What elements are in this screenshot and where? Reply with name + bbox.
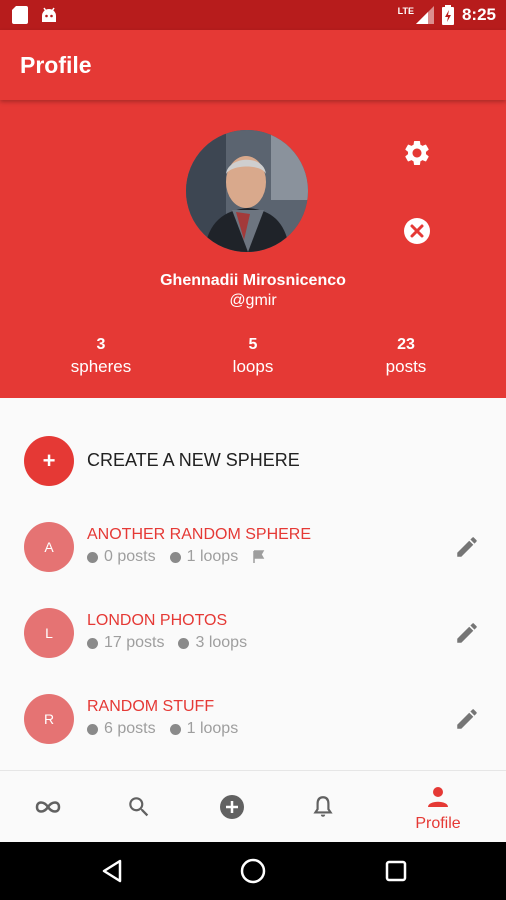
network-type: LTE — [397, 6, 414, 16]
nav-profile[interactable]: Profile — [393, 771, 483, 843]
pencil-icon — [457, 709, 477, 729]
search-icon — [129, 797, 149, 817]
battery-icon — [441, 5, 454, 25]
dot-icon — [169, 723, 181, 735]
settings-button[interactable] — [402, 138, 432, 168]
profile-name: Ghennadii Mirosnicenco — [160, 272, 346, 289]
sphere-name: RANDOM STUFF — [87, 698, 215, 715]
home-button[interactable] — [238, 856, 268, 886]
bottom-nav: Profile — [0, 770, 506, 843]
add-circle-icon — [220, 795, 244, 819]
list-item[interactable]: L LONDON PHOTOS 17 posts 3 loops — [24, 608, 484, 664]
nav-loops[interactable] — [1, 771, 91, 843]
close-circle-icon — [404, 218, 430, 244]
stat-count: 23 — [397, 336, 415, 353]
nav-notifications[interactable] — [277, 771, 367, 843]
create-sphere-button[interactable]: + CREATE A NEW SPHERE — [24, 436, 484, 486]
sphere-meta: 6 posts 1 loops — [87, 720, 252, 738]
sphere-name: ANOTHER RANDOM SPHERE — [87, 526, 312, 543]
recents-icon — [385, 860, 407, 882]
stat-posts[interactable]: 23 posts — [346, 336, 466, 377]
close-button[interactable] — [402, 216, 432, 246]
stat-count: 5 — [248, 336, 258, 353]
status-bar: LTE 8:25 — [0, 0, 506, 30]
recents-button[interactable] — [381, 856, 411, 886]
nav-profile-label: Profile — [415, 815, 461, 832]
gear-icon — [405, 141, 429, 165]
back-icon — [102, 859, 122, 883]
sphere-posts: 17 posts — [104, 634, 165, 651]
list-item[interactable]: R RANDOM STUFF 6 posts 1 loops — [24, 694, 484, 750]
nav-add[interactable] — [185, 771, 275, 843]
sphere-loops: 1 loops — [186, 720, 239, 737]
edit-button[interactable] — [454, 620, 480, 646]
stat-label: spheres — [70, 357, 132, 376]
profile-header: Ghennadii Mirosnicenco @gmir 3 spheres 5… — [0, 100, 506, 398]
sphere-loops: 3 loops — [195, 634, 248, 651]
dot-icon — [87, 551, 98, 563]
dot-icon — [87, 637, 98, 649]
stat-count: 3 — [96, 336, 106, 353]
signal-icon — [415, 6, 434, 24]
sphere-loops: 1 loops — [186, 548, 239, 565]
home-icon — [240, 858, 266, 884]
back-button[interactable] — [98, 856, 128, 886]
stat-spheres[interactable]: 3 spheres — [41, 336, 161, 377]
dot-icon — [178, 637, 190, 649]
bell-icon — [313, 796, 333, 817]
nav-search[interactable] — [93, 771, 183, 843]
stat-label: loops — [232, 357, 274, 376]
sphere-posts: 0 posts — [104, 548, 156, 565]
loops-icon — [35, 801, 61, 813]
sphere-posts: 6 posts — [104, 720, 156, 737]
app-bar: Profile — [0, 30, 506, 100]
dot-icon — [169, 551, 181, 563]
sphere-avatar: L — [24, 608, 74, 658]
pencil-icon — [457, 537, 477, 557]
system-nav-bar — [0, 842, 506, 900]
edit-button[interactable] — [454, 706, 480, 732]
page-title: Profile — [20, 52, 92, 78]
sphere-meta: 0 posts 1 loops — [87, 548, 266, 566]
pencil-icon — [457, 623, 477, 643]
stat-label: posts — [385, 357, 427, 376]
profile-handle: @gmir — [229, 292, 277, 309]
avatar[interactable] — [186, 130, 308, 252]
stat-loops[interactable]: 5 loops — [193, 336, 313, 377]
person-icon — [428, 787, 448, 807]
sphere-avatar: A — [24, 522, 74, 572]
sphere-meta: 17 posts 3 loops — [87, 634, 261, 652]
flag-icon — [253, 550, 265, 563]
list-item[interactable]: A ANOTHER RANDOM SPHERE 0 posts 1 loops — [24, 522, 484, 578]
android-icon — [42, 7, 56, 22]
sphere-avatar: R — [24, 694, 74, 744]
dot-icon — [87, 723, 98, 735]
add-icon: + — [24, 436, 74, 486]
avatar-photo — [186, 130, 308, 252]
sphere-name: LONDON PHOTOS — [87, 612, 228, 629]
sd-card-icon — [12, 6, 28, 24]
edit-button[interactable] — [454, 534, 480, 560]
clock: 8:25 — [461, 5, 496, 24]
create-sphere-label: CREATE A NEW SPHERE — [87, 450, 300, 470]
